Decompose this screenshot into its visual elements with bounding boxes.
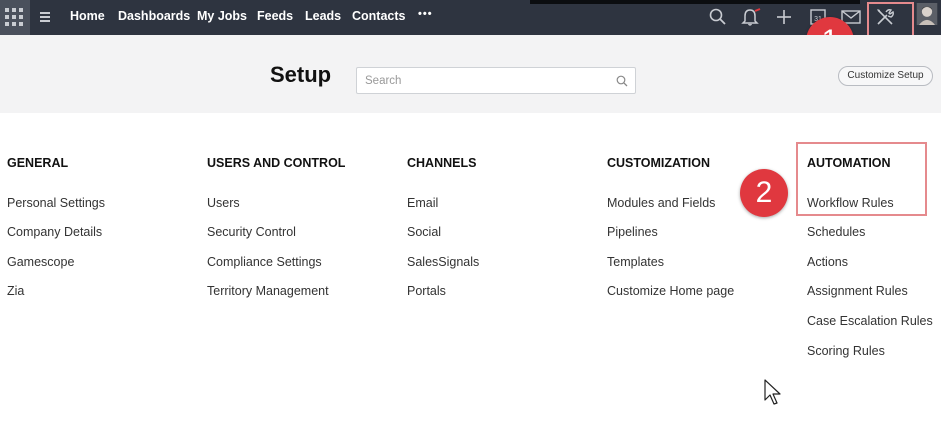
link-security-control[interactable]: Security Control: [207, 225, 296, 239]
nav-tab-home[interactable]: Home: [70, 9, 105, 23]
link-compliance-settings[interactable]: Compliance Settings: [207, 255, 322, 269]
mouse-cursor-icon: [764, 379, 781, 405]
top-strip: [530, 0, 860, 4]
nav-tab-dashboards[interactable]: Dashboards: [118, 9, 190, 23]
link-company-details[interactable]: Company Details: [7, 225, 102, 239]
link-case-escalation-rules[interactable]: Case Escalation Rules: [807, 314, 933, 328]
link-customize-home-page[interactable]: Customize Home page: [607, 284, 734, 298]
link-modules-and-fields[interactable]: Modules and Fields: [607, 196, 715, 210]
link-templates[interactable]: Templates: [607, 255, 664, 269]
annotation-badge-2: 2: [740, 169, 788, 217]
link-pipelines[interactable]: Pipelines: [607, 225, 658, 239]
nav-tab-contacts[interactable]: Contacts: [352, 9, 405, 23]
link-email[interactable]: Email: [407, 196, 438, 210]
link-personal-settings[interactable]: Personal Settings: [7, 196, 105, 210]
nav-tab-my-jobs[interactable]: My Jobs: [197, 9, 247, 23]
section-title-general: GENERAL: [7, 156, 69, 170]
top-nav-bar: Home Dashboards My Jobs Feeds Leads Cont…: [0, 0, 941, 35]
link-users[interactable]: Users: [207, 196, 240, 210]
user-avatar[interactable]: [913, 3, 941, 25]
link-schedules[interactable]: Schedules: [807, 225, 865, 239]
search-input[interactable]: [357, 68, 597, 93]
section-title-users-and-control: USERS AND CONTROL: [207, 156, 346, 170]
link-scoring-rules[interactable]: Scoring Rules: [807, 344, 885, 358]
link-actions[interactable]: Actions: [807, 255, 848, 269]
nav-tab-leads[interactable]: Leads: [305, 9, 341, 23]
link-assignment-rules[interactable]: Assignment Rules: [807, 284, 908, 298]
link-portals[interactable]: Portals: [407, 284, 446, 298]
section-title-channels: CHANNELS: [407, 156, 477, 170]
add-plus-icon[interactable]: [774, 6, 794, 28]
setup-search: [356, 67, 636, 94]
link-salessignals[interactable]: SalesSignals: [407, 255, 479, 269]
nav-tab-feeds[interactable]: Feeds: [257, 9, 293, 23]
hamburger-menu-icon[interactable]: [40, 11, 52, 23]
app-grid-icon[interactable]: [0, 0, 30, 35]
section-title-customization: CUSTOMIZATION: [607, 156, 711, 170]
highlight-box-automation: [796, 142, 927, 216]
link-territory-management[interactable]: Territory Management: [207, 284, 329, 298]
search-icon[interactable]: [616, 75, 628, 87]
link-gamescope[interactable]: Gamescope: [7, 255, 74, 269]
customize-setup-button[interactable]: Customize Setup: [838, 66, 933, 86]
notification-bell-icon[interactable]: [740, 6, 762, 28]
link-social[interactable]: Social: [407, 225, 441, 239]
link-zia[interactable]: Zia: [7, 284, 24, 298]
more-tabs-button[interactable]: •••: [418, 8, 433, 20]
search-icon[interactable]: [708, 6, 728, 28]
page-title: Setup: [270, 62, 332, 87]
